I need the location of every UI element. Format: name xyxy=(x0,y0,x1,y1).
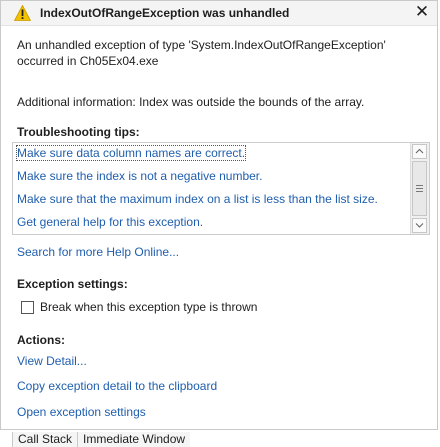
tip-link[interactable]: Make sure data column names are correct. xyxy=(15,145,247,161)
troubleshooting-heading: Troubleshooting tips: xyxy=(17,125,140,139)
tab-immediate-window[interactable]: Immediate Window xyxy=(77,432,191,447)
break-on-exception-checkbox[interactable] xyxy=(21,301,34,314)
tip-link[interactable]: Make sure that the maximum index on a li… xyxy=(17,192,378,206)
warning-triangle-icon xyxy=(14,5,31,21)
title-bar: IndexOutOfRangeException was unhandled ✕ xyxy=(1,1,437,26)
tab-call-stack[interactable]: Call Stack xyxy=(12,432,78,447)
exception-dialog: IndexOutOfRangeException was unhandled ✕… xyxy=(0,0,438,430)
scroll-up-arrow-icon[interactable] xyxy=(412,144,427,159)
close-icon[interactable]: ✕ xyxy=(413,2,431,22)
additional-information: Additional information: Index was outsid… xyxy=(17,95,365,109)
scroll-thumb[interactable] xyxy=(412,161,427,216)
tips-scrollbar[interactable] xyxy=(410,143,429,234)
dialog-title: IndexOutOfRangeException was unhandled xyxy=(40,6,290,20)
tip-link[interactable]: Get general help for this exception. xyxy=(17,215,203,229)
search-help-online-link[interactable]: Search for more Help Online... xyxy=(17,245,179,259)
bottom-tool-tabs: Call Stack Immediate Window xyxy=(12,432,191,447)
view-detail-link[interactable]: View Detail... xyxy=(17,354,87,368)
exception-settings-heading: Exception settings: xyxy=(17,277,128,291)
actions-heading: Actions: xyxy=(17,333,65,347)
scroll-down-arrow-icon[interactable] xyxy=(412,218,427,233)
copy-exception-detail-link[interactable]: Copy exception detail to the clipboard xyxy=(17,379,217,393)
exception-message: An unhandled exception of type 'System.I… xyxy=(17,38,386,68)
troubleshooting-tips-list: Make sure data column names are correct.… xyxy=(12,142,430,235)
break-on-exception-label[interactable]: Break when this exception type is thrown xyxy=(40,300,257,314)
tip-link[interactable]: Make sure the index is not a negative nu… xyxy=(17,169,262,183)
open-exception-settings-link[interactable]: Open exception settings xyxy=(17,405,146,419)
